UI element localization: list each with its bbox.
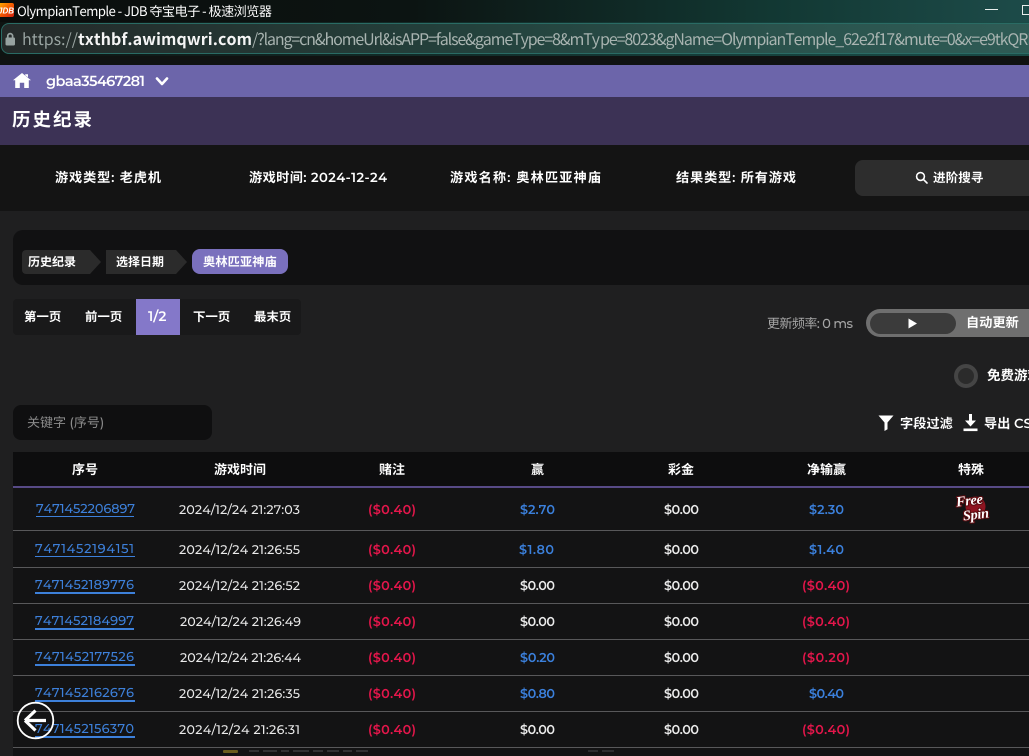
svg-text:JDB: JDB (0, 7, 14, 16)
